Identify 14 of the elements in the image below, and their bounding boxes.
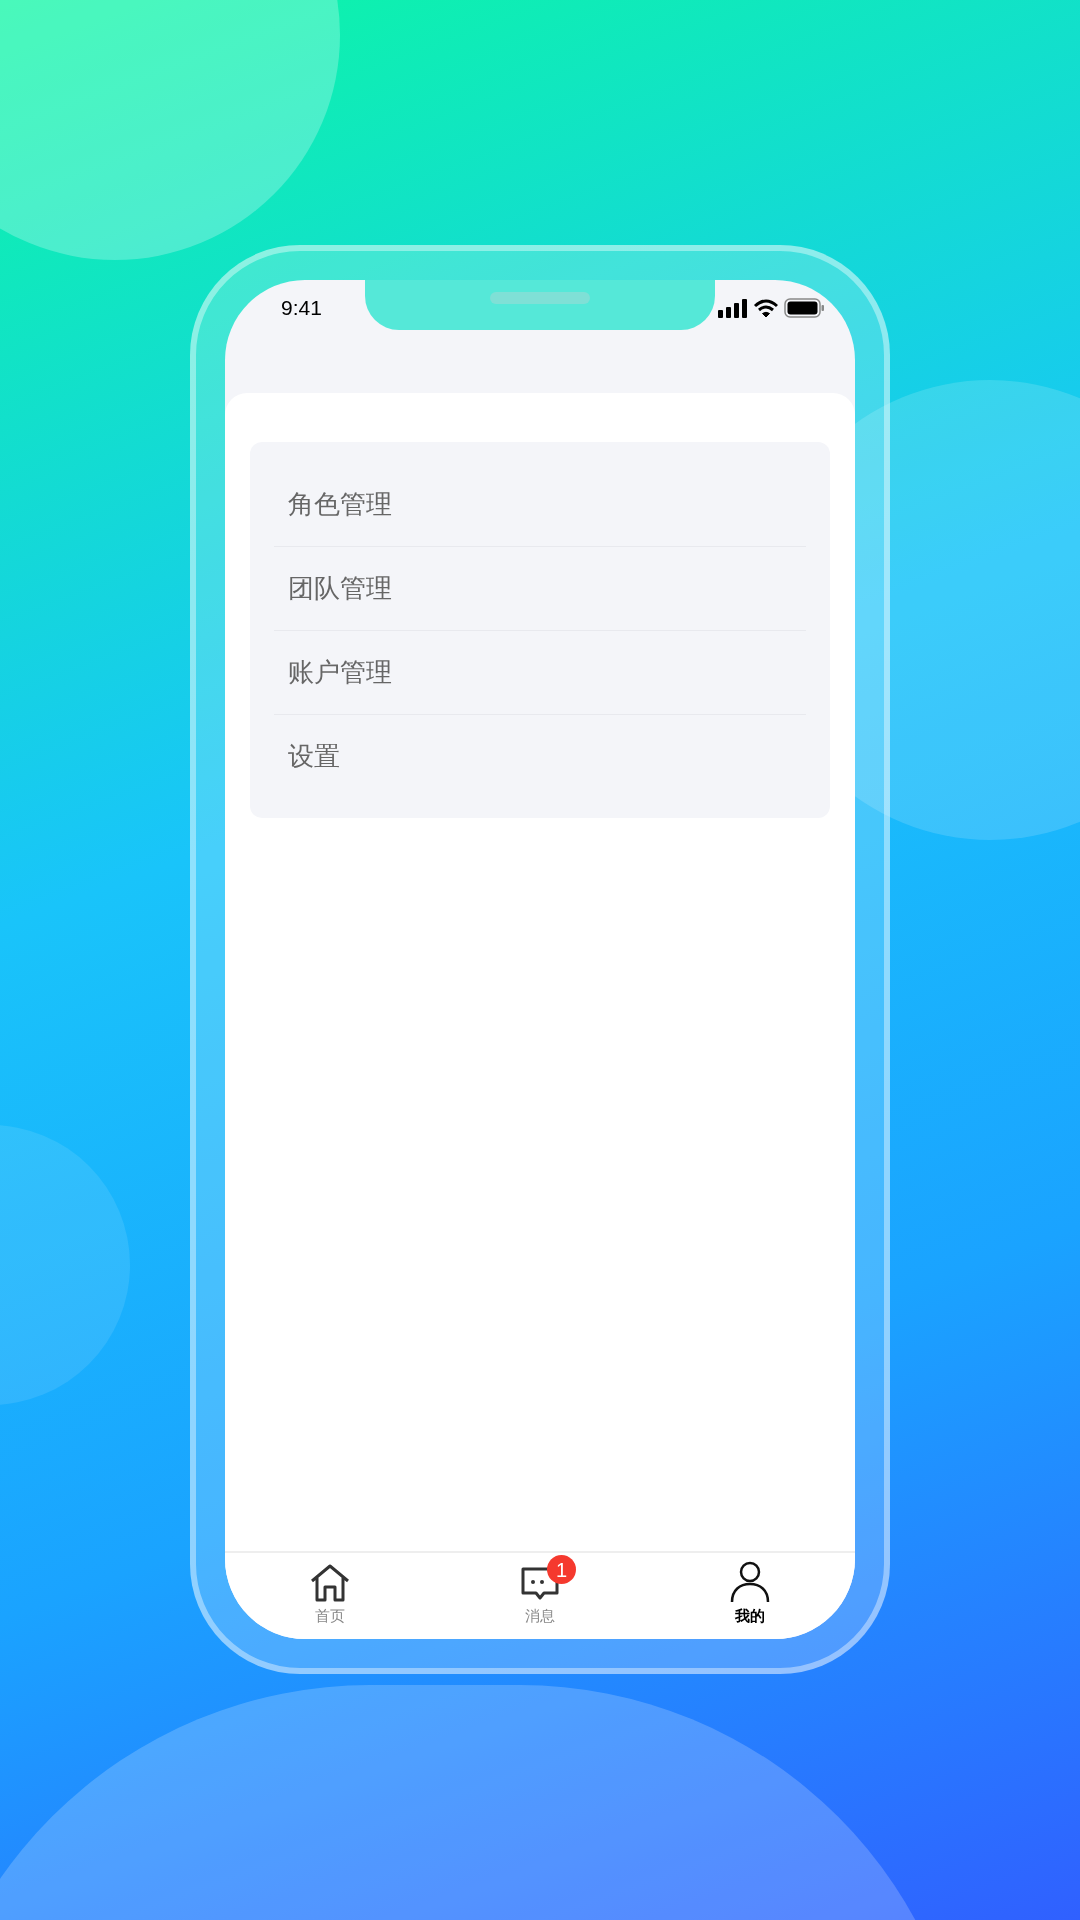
wifi-icon bbox=[753, 298, 779, 318]
menu-item[interactable]: 角色管理 bbox=[274, 462, 806, 546]
menu-item[interactable]: 团队管理 bbox=[274, 546, 806, 630]
home-icon bbox=[309, 1563, 351, 1603]
tab-item[interactable]: 1 消息 bbox=[435, 1553, 645, 1639]
notification-badge: 1 bbox=[547, 1555, 576, 1584]
person-icon bbox=[730, 1561, 770, 1603]
status-time: 9:41 bbox=[281, 295, 322, 321]
signal-icon bbox=[718, 298, 748, 318]
menu-item[interactable]: 账户管理 bbox=[274, 630, 806, 714]
menu-item[interactable]: 设置 bbox=[274, 714, 806, 798]
tab-item[interactable]: 首页 bbox=[225, 1553, 435, 1639]
tab-item[interactable]: 我的 bbox=[645, 1553, 855, 1639]
battery-icon bbox=[784, 298, 825, 318]
